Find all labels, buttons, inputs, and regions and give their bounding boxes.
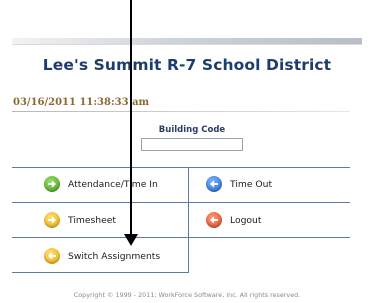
- annotation-arrow-head: [124, 234, 138, 246]
- logout-label: Logout: [230, 214, 262, 226]
- switch-assignments-button[interactable]: Switch Assignments: [44, 243, 160, 269]
- arrow-left-yellow-icon: [44, 248, 60, 264]
- attendance-time-in-button[interactable]: Attendance/Time In: [44, 171, 158, 197]
- building-code-input[interactable]: [141, 138, 243, 151]
- switch-assignments-label: Switch Assignments: [68, 250, 161, 262]
- arrow-left-red-icon: [206, 212, 222, 228]
- grid-divider-top: [12, 167, 350, 168]
- timesheet-button[interactable]: Timesheet: [44, 207, 116, 233]
- copyright-footer: Copyright © 1999 - 2011; WorkForce Softw…: [73, 291, 301, 299]
- arrow-right-green-icon: [44, 176, 60, 192]
- grid-divider-bottom: [12, 272, 188, 273]
- time-out-button[interactable]: Time Out: [206, 171, 272, 197]
- arrow-left-blue-icon: [206, 176, 222, 192]
- header-bar-line: [12, 44, 362, 45]
- arrow-right-yellow-icon: [44, 212, 60, 228]
- logout-button[interactable]: Logout: [206, 207, 261, 233]
- annotation-arrow-line: [130, 0, 132, 240]
- timesheet-label: Timesheet: [68, 214, 117, 226]
- attendance-time-in-label: Attendance/Time In: [68, 178, 158, 190]
- grid-divider-lower: [12, 237, 350, 238]
- building-code-label: Building Code: [158, 125, 226, 135]
- grid-divider-vertical: [188, 167, 189, 273]
- page-title: Lee's Summit R-7 School District: [42, 56, 332, 74]
- grid-divider-middle: [12, 202, 350, 203]
- time-out-label: Time Out: [230, 178, 273, 190]
- datetime-divider: [12, 111, 350, 112]
- current-datetime: 03/16/2011 11:38:33 am: [13, 97, 150, 108]
